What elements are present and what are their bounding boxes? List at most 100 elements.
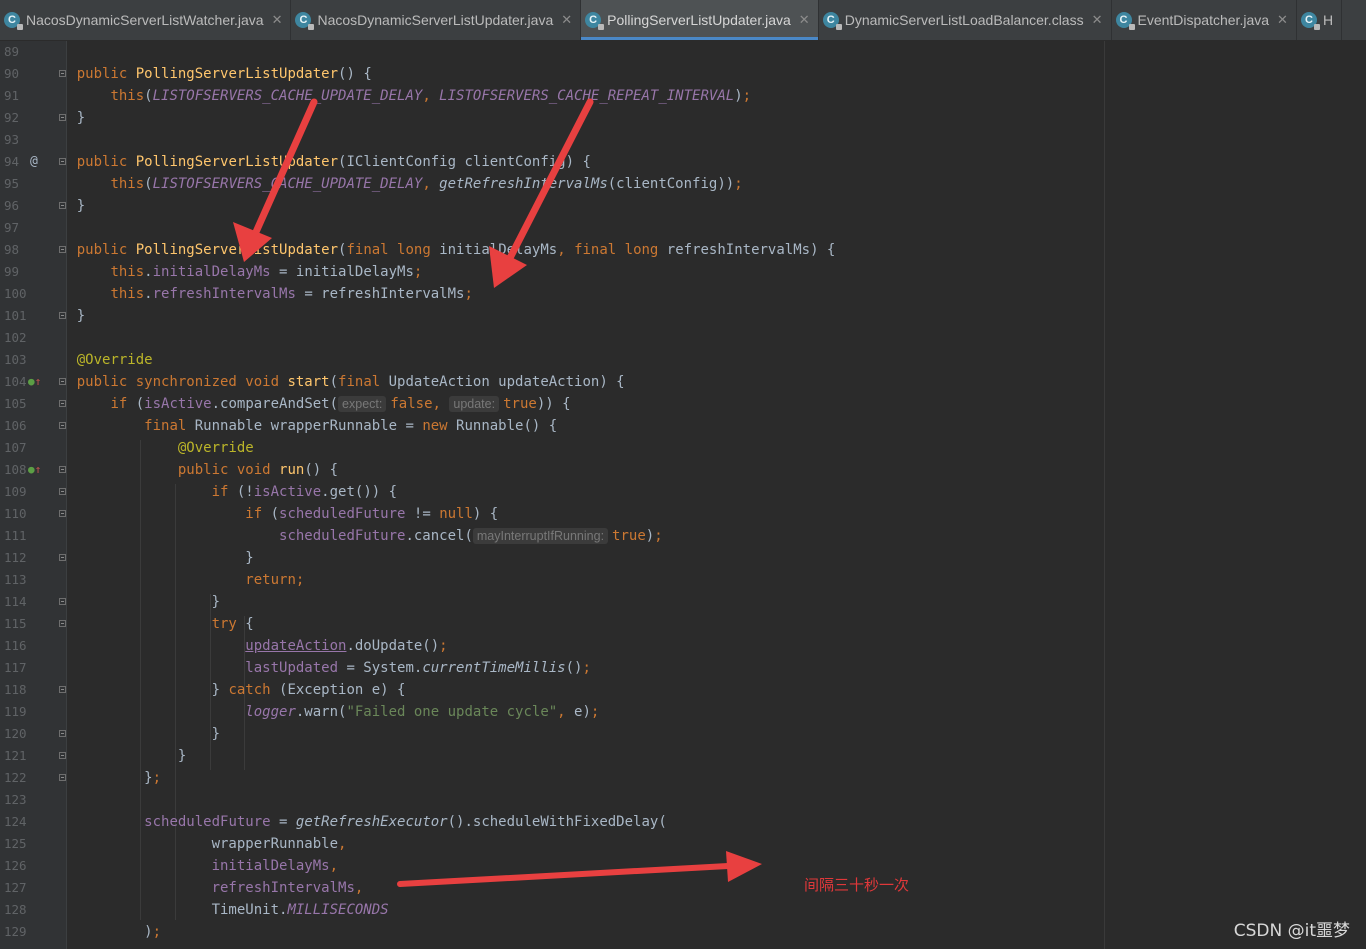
fold-toggle-icon[interactable] [59,378,66,385]
code-line[interactable]: } catch (Exception e) { [67,679,406,701]
fold-toggle-icon[interactable] [59,312,66,319]
code-line[interactable]: TimeUnit.MILLISECONDS [67,899,389,921]
code-line[interactable]: } [67,591,220,613]
code-line[interactable]: } [67,745,186,767]
gutter-row: 111 [0,525,66,547]
gutter-row: 94 @ [0,151,66,173]
close-icon[interactable]: ✕ [561,12,572,28]
code-line[interactable]: public synchronized void start(final Upd… [67,371,625,393]
code-line[interactable]: if (scheduledFuture != null) { [67,503,498,525]
fold-toggle-icon[interactable] [59,158,66,165]
code-token: ( [135,396,145,412]
code-token: ; [413,264,423,280]
editor-tab[interactable]: C NacosDynamicServerListUpdater.java ✕ [291,0,582,40]
gutter-row: 112 [0,547,66,569]
code-line[interactable]: public PollingServerListUpdater(final lo… [67,239,836,261]
code-line[interactable]: scheduledFuture.cancel(mayInterruptIfRun… [67,525,663,547]
code-line[interactable]: } [67,723,220,745]
code-token: final long [574,242,667,258]
code-line[interactable]: this(LISTOFSERVERS_CACHE_UPDATE_DELAY, g… [67,173,742,195]
implements-icon[interactable]: ● [28,371,41,393]
java-class-icon: C [1300,12,1320,30]
gutter-row: 110 [0,503,66,525]
fold-toggle-icon[interactable] [59,70,66,77]
fold-toggle-icon[interactable] [59,620,66,627]
tab-label: PollingServerListUpdater.java [607,12,791,28]
close-icon[interactable]: ✕ [799,12,810,28]
code-line[interactable]: } [67,547,253,569]
editor-tab[interactable]: C NacosDynamicServerListWatcher.java ✕ [0,0,292,40]
fold-toggle-icon[interactable] [59,598,66,605]
fold-toggle-icon[interactable] [59,422,66,429]
fold-toggle-icon[interactable] [59,488,66,495]
editor-tab[interactable]: C PollingServerListUpdater.java ✕ [581,0,819,40]
code-token: ; [464,286,473,302]
code-line[interactable]: }; [67,767,161,789]
fold-toggle-icon[interactable] [59,114,66,121]
editor-tab[interactable]: C DynamicServerListLoadBalancer.class ✕ [819,0,1112,40]
code-line[interactable]: lastUpdated = System.currentTimeMillis()… [67,657,591,679]
code-line[interactable]: scheduledFuture = getRefreshExecutor().s… [67,811,667,833]
fold-toggle-icon[interactable] [59,554,66,561]
override-marker-icon[interactable]: @ [30,151,38,173]
code-line[interactable]: refreshIntervalMs, [67,877,364,899]
gutter-row: 125 [0,833,66,855]
code-line[interactable]: updateAction.doUpdate(); [67,635,447,657]
tab-label: DynamicServerListLoadBalancer.class [844,12,1084,28]
code-line[interactable]: } [67,305,85,327]
gutter-row: 103 [0,349,66,371]
code-line[interactable]: this.refreshIntervalMs = refreshInterval… [67,283,473,305]
fold-toggle-icon[interactable] [59,246,66,253]
gutter-row: 105 [0,393,66,415]
close-icon[interactable]: ✕ [1092,12,1103,28]
code-token: logger [245,704,296,720]
fold-toggle-icon[interactable] [59,730,66,737]
code-token: = refreshIntervalMs [295,286,465,302]
fold-toggle-icon[interactable] [59,774,66,781]
code-token: } [76,308,86,324]
code-line[interactable]: this.initialDelayMs = initialDelayMs; [67,261,422,283]
editor-tab[interactable]: CH [1297,0,1343,40]
code-token: try [211,616,246,632]
fold-toggle-icon[interactable] [59,466,66,473]
code-line[interactable]: this(LISTOFSERVERS_CACHE_UPDATE_DELAY, L… [67,85,751,107]
code-line[interactable]: wrapperRunnable, [67,833,347,855]
editor-tab[interactable]: C EventDispatcher.java ✕ [1112,0,1297,40]
code-token: ; [582,660,591,676]
line-number: 98 [4,242,20,257]
code-line[interactable]: } [67,107,85,129]
code-line[interactable]: logger.warn("Failed one update cycle", e… [67,701,599,723]
close-icon[interactable]: ✕ [1277,12,1288,28]
fold-toggle-icon[interactable] [59,752,66,759]
code-line[interactable]: ); [67,921,161,943]
code-token: @Override [76,352,153,368]
fold-toggle-icon[interactable] [59,202,66,209]
code-line[interactable]: return; [67,569,304,591]
fold-toggle-icon[interactable] [59,400,66,407]
gutter-row: 117 [0,657,66,679]
implements-icon[interactable]: ● [28,459,41,481]
code-token: (IClientConfig clientConfig) { [338,154,591,170]
code-line[interactable]: @Override [67,349,153,371]
code-line[interactable]: try { [67,613,254,635]
code-line[interactable]: if (isActive.compareAndSet(expect: false,… [67,393,571,415]
code-line[interactable]: } [67,195,85,217]
code-token: != [405,506,440,522]
code-token: ; [742,88,752,104]
code-line[interactable]: if (!isActive.get()) { [67,481,397,503]
close-icon[interactable]: ✕ [272,12,283,28]
fold-toggle-icon[interactable] [59,510,66,517]
code-line[interactable]: public PollingServerListUpdater(IClientC… [67,151,591,173]
code-editor[interactable]: public PollingServerListUpdater() { this… [67,41,1366,949]
code-line[interactable]: public PollingServerListUpdater() { [67,63,372,85]
code-line[interactable]: initialDelayMs, [67,855,338,877]
code-line[interactable]: public void run() { [67,459,338,481]
code-line[interactable]: final Runnable wrapperRunnable = new Run… [67,415,557,437]
fold-toggle-icon[interactable] [59,686,66,693]
code-line[interactable]: @Override [67,437,254,459]
code-token: )) { [536,396,571,412]
